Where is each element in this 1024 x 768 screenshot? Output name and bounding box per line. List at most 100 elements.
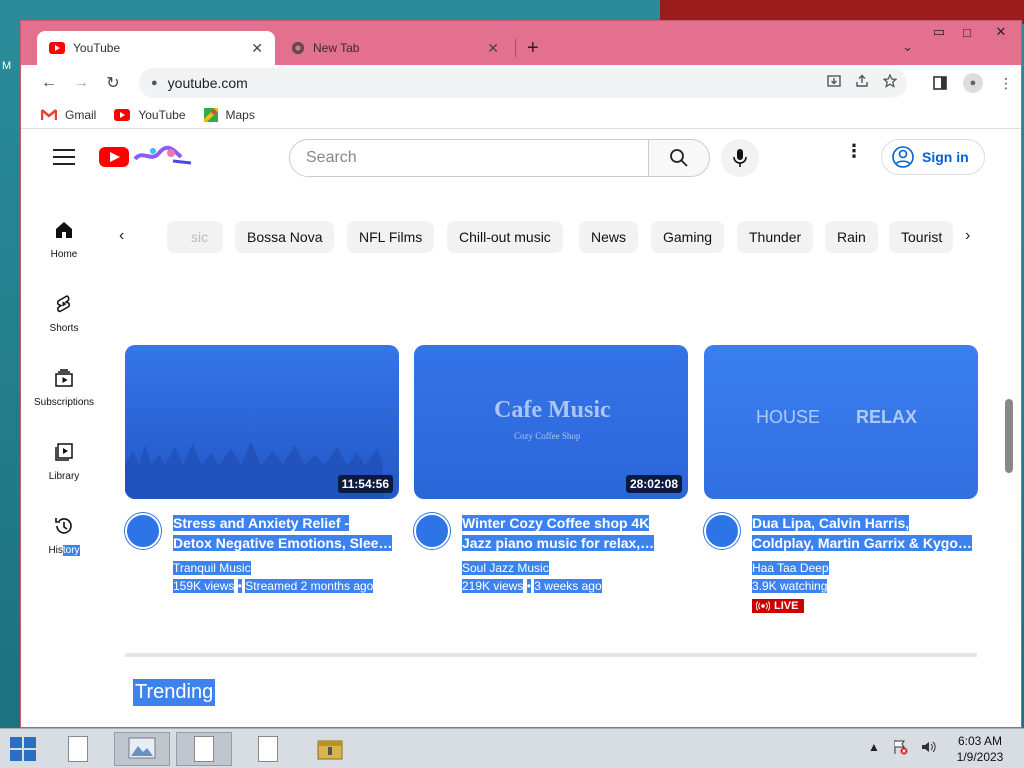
tab-label: New Tab xyxy=(313,41,360,55)
channel-avatar[interactable] xyxy=(704,513,740,549)
sidebar-item-label: History xyxy=(48,545,80,556)
youtube-doodle[interactable] xyxy=(133,145,193,169)
chip[interactable]: sic xyxy=(167,221,223,253)
bookmark-star-icon[interactable] xyxy=(883,74,897,88)
menu-icon[interactable] xyxy=(53,149,75,170)
close-tab-icon[interactable]: ✕ xyxy=(487,40,499,57)
chip[interactable]: Thunder xyxy=(737,221,814,253)
search-button[interactable] xyxy=(648,139,710,177)
sidebar-item-subscriptions[interactable]: Subscriptions xyxy=(21,367,107,441)
video-title[interactable]: Winter Cozy Coffee shop 4K Jazz piano mu… xyxy=(462,513,682,553)
taskbar-item-app[interactable] xyxy=(114,732,170,766)
viewer-count: 3.9K watching xyxy=(752,579,828,593)
chip[interactable]: Tourist xyxy=(889,221,953,253)
tab-search-button[interactable]: ⌄ xyxy=(902,39,913,55)
channel-name-text: Tranquil Music xyxy=(173,561,251,575)
taskbar-item-archive[interactable] xyxy=(302,732,358,766)
chip[interactable]: Rain xyxy=(825,221,878,253)
video-thumbnail[interactable]: 11:54:56 xyxy=(125,345,399,499)
video-stats: 159K views • Streamed 2 months ago xyxy=(173,579,374,593)
account-icon xyxy=(892,146,914,168)
channel-avatar[interactable] xyxy=(414,513,450,549)
chip[interactable]: Chill-out music xyxy=(447,221,563,253)
title-line: Detox Negative Emotions, Slee… xyxy=(173,535,393,551)
bookmark-maps[interactable]: Maps xyxy=(203,107,255,122)
file-icon xyxy=(194,736,214,762)
sidebar-item-history[interactable]: History xyxy=(21,515,107,589)
video-meta: Dua Lipa, Calvin Harris, Coldplay, Marti… xyxy=(704,513,978,623)
page-viewport: Search ⋮ Sign in Home Shorts Subscriptio… xyxy=(21,129,1021,727)
action-center-flag-icon[interactable] xyxy=(892,739,908,755)
chips-prev-button[interactable]: ‹ xyxy=(119,227,124,245)
separator: • xyxy=(237,579,242,593)
video-card[interactable]: HOUSE RELAX Dua Lipa, Calvin Harris, Col… xyxy=(704,345,978,623)
video-title[interactable]: Dua Lipa, Calvin Harris, Coldplay, Marti… xyxy=(752,513,972,553)
clock-date: 1/9/2023 xyxy=(956,750,1004,764)
photos-icon xyxy=(128,737,156,759)
side-nav: Home Shorts Subscriptions Library Histor… xyxy=(21,219,107,589)
bookmark-gmail[interactable]: Gmail xyxy=(41,108,96,122)
video-meta: Winter Cozy Coffee shop 4K Jazz piano mu… xyxy=(414,513,688,623)
title-line: Dua Lipa, Calvin Harris, xyxy=(752,515,910,531)
tab-label: YouTube xyxy=(73,41,121,55)
forward-button[interactable]: → xyxy=(65,74,97,92)
thumbnail-subtitle: Cozy Coffee Shop xyxy=(514,431,581,441)
video-title[interactable]: Stress and Anxiety Relief - Detox Negati… xyxy=(173,513,393,553)
page-scrollbar[interactable] xyxy=(1005,399,1013,473)
side-panel-icon[interactable] xyxy=(933,76,947,90)
video-stats: 219K views • 3 weeks ago xyxy=(462,579,602,593)
taskbar-item-file[interactable] xyxy=(50,732,106,766)
tab-new-tab[interactable]: New Tab ✕ xyxy=(279,31,511,65)
bookmarks-bar: Gmail YouTube Maps xyxy=(21,101,1021,129)
toolbar-right: ● ⋮ xyxy=(933,73,1013,93)
settings-menu-button[interactable]: ⋮ xyxy=(845,142,863,160)
chips-next-button[interactable]: › xyxy=(965,227,970,245)
video-thumbnail[interactable]: HOUSE RELAX xyxy=(704,345,978,499)
tab-youtube[interactable]: YouTube ✕ xyxy=(37,31,275,65)
bookmark-youtube[interactable]: YouTube xyxy=(114,108,186,122)
channel-name[interactable]: Tranquil Music xyxy=(173,561,251,575)
close-tab-icon[interactable]: ✕ xyxy=(251,40,263,57)
browser-window: ▭ □ ✕ YouTube ✕ New Tab ✕ + ⌄ ← → ↻ ● yo… xyxy=(20,20,1022,728)
live-label: LIVE xyxy=(774,600,799,612)
taskbar-item-file[interactable] xyxy=(176,732,232,766)
volume-icon[interactable] xyxy=(920,739,936,755)
browser-menu-button[interactable]: ⋮ xyxy=(999,75,1013,92)
taskbar-item-file[interactable] xyxy=(240,732,296,766)
install-icon[interactable] xyxy=(827,74,841,88)
sidebar-item-home[interactable]: Home xyxy=(21,219,107,293)
channel-avatar[interactable] xyxy=(125,513,161,549)
channel-name[interactable]: Haa Taa Deep xyxy=(752,561,829,575)
system-clock[interactable]: 6:03 AM 1/9/2023 xyxy=(950,733,1010,765)
chip[interactable]: Bossa Nova xyxy=(235,221,335,253)
profile-avatar-icon[interactable]: ● xyxy=(963,73,983,93)
section-title-trending: Trending xyxy=(133,679,216,706)
bookmark-label: Gmail xyxy=(65,107,97,122)
sign-in-button[interactable]: Sign in xyxy=(881,139,985,175)
channel-name-text: Haa Taa Deep xyxy=(752,561,829,575)
thumbnail-text-right: RELAX xyxy=(856,407,918,427)
chip[interactable]: News xyxy=(579,221,639,253)
search-input[interactable]: Search xyxy=(289,139,649,177)
video-card[interactable]: Cafe Music Cozy Coffee Shop 28:02:08 Win… xyxy=(414,345,688,623)
shorts-icon xyxy=(57,295,70,313)
sign-in-label: Sign in xyxy=(922,149,969,165)
address-bar[interactable]: ● youtube.com xyxy=(139,68,907,98)
new-tab-button[interactable]: + xyxy=(527,37,539,60)
voice-search-button[interactable] xyxy=(721,139,759,177)
channel-name[interactable]: Soul Jazz Music xyxy=(462,561,549,575)
reload-button[interactable]: ↻ xyxy=(97,73,129,93)
chip[interactable]: Gaming xyxy=(651,221,725,253)
back-button[interactable]: ← xyxy=(33,74,65,92)
share-icon[interactable] xyxy=(855,74,869,88)
sidebar-item-shorts[interactable]: Shorts xyxy=(21,293,107,367)
search-icon xyxy=(670,149,688,167)
youtube-logo[interactable] xyxy=(99,147,129,167)
video-card[interactable]: 11:54:56 Stress and Anxiety Relief - Det… xyxy=(125,345,399,623)
start-button[interactable] xyxy=(10,737,36,761)
video-thumbnail[interactable]: Cafe Music Cozy Coffee Shop 28:02:08 xyxy=(414,345,688,499)
youtube-icon xyxy=(49,42,65,54)
sidebar-item-library[interactable]: Library xyxy=(21,441,107,515)
chip[interactable]: NFL Films xyxy=(347,221,435,253)
show-hidden-icons-button[interactable]: ▲ xyxy=(868,740,880,754)
